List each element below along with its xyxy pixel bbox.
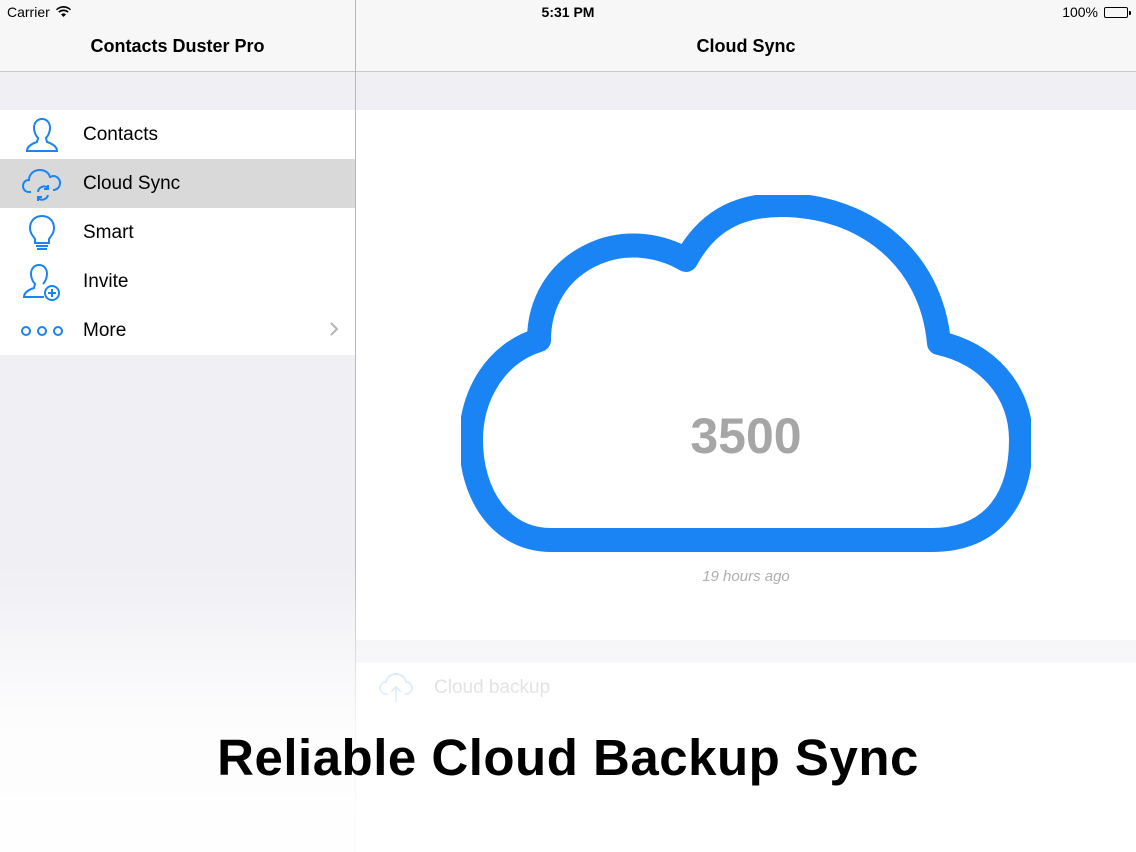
sidebar-item-label: Invite <box>83 270 129 292</box>
sidebar-item-label: Smart <box>83 221 134 243</box>
add-person-icon <box>20 260 64 304</box>
sidebar-item-contacts[interactable]: Contacts <box>0 110 355 159</box>
battery-percent: 100% <box>1062 4 1098 20</box>
main-pane: Cloud Sync 3500 19 hours ago Cloud backu… <box>356 0 1136 852</box>
cloud-icon <box>461 195 1031 552</box>
status-right: 100% <box>1062 4 1131 20</box>
sidebar-item-cloud-sync[interactable]: Cloud Sync <box>0 159 355 208</box>
sidebar-menu: Contacts Cloud Sync Smart Invite More <box>0 110 355 355</box>
sidebar-title: Contacts Duster Pro <box>90 36 265 56</box>
sidebar-item-invite[interactable]: Invite <box>0 257 355 306</box>
more-dots-icon <box>20 309 64 353</box>
sidebar-item-label: Cloud Sync <box>83 172 181 194</box>
page-title: Cloud Sync <box>696 36 796 56</box>
cloud-sync-card[interactable]: 3500 19 hours ago <box>356 110 1136 640</box>
contacts-count: 3500 <box>690 408 802 464</box>
person-icon <box>20 113 64 157</box>
lightbulb-icon <box>20 211 64 255</box>
sidebar-item-more[interactable]: More <box>0 306 355 355</box>
sidebar-item-smart[interactable]: Smart <box>0 208 355 257</box>
cloud-backup-row[interactable]: Cloud backup <box>356 663 1136 713</box>
status-bar: Carrier 5:31 PM 100% <box>0 0 1136 24</box>
cloud-upload-icon <box>374 672 418 704</box>
sidebar: Contacts Duster Pro Contacts Cloud Sync … <box>0 0 356 852</box>
chevron-right-icon <box>330 322 339 341</box>
battery-icon <box>1104 6 1131 18</box>
cloud-backup-label: Cloud backup <box>434 677 551 698</box>
sidebar-item-label: More <box>83 319 127 341</box>
last-sync-time: 19 hours ago <box>702 568 790 585</box>
cloud-sync-icon <box>20 162 64 206</box>
status-time: 5:31 PM <box>541 4 595 20</box>
promo-caption: Reliable Cloud Backup Sync <box>217 729 919 786</box>
sidebar-item-label: Contacts <box>83 123 158 145</box>
